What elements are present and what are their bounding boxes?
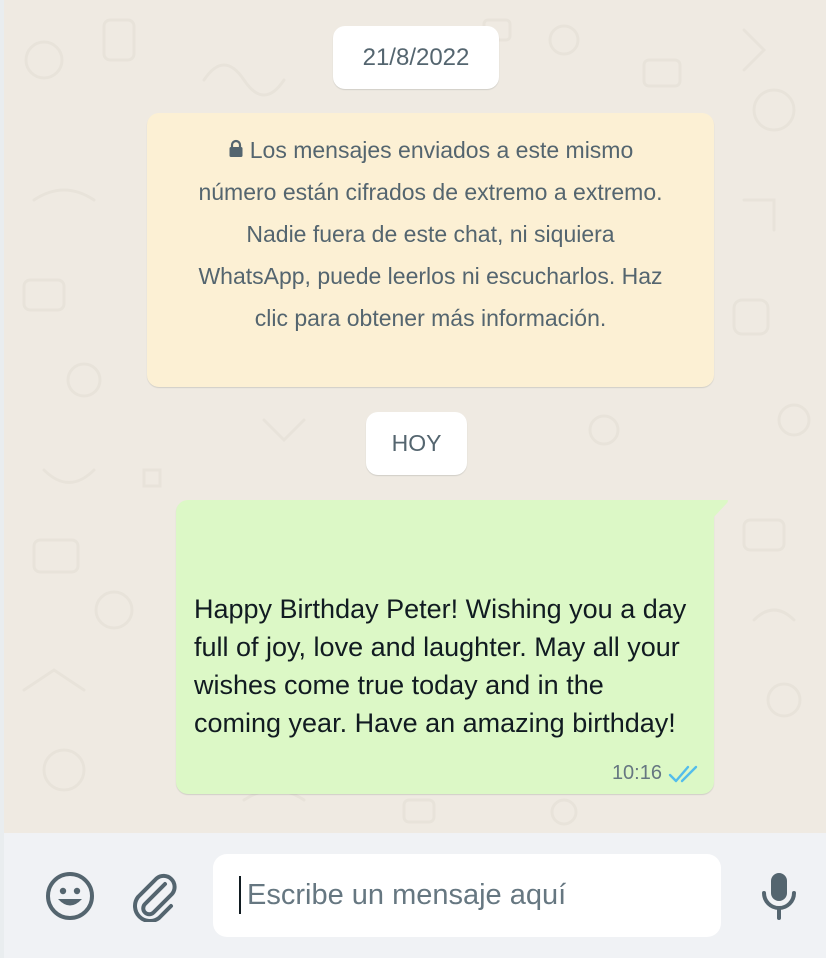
whatsapp-chat-window: 21/8/2022 Los mensajes enviados a este m…	[0, 0, 826, 958]
smiley-icon[interactable]	[44, 870, 96, 922]
double-check-icon	[668, 765, 698, 782]
message-meta: 10:16	[612, 762, 700, 785]
encryption-notice-text: Los mensajes enviados a este mismo númer…	[198, 137, 663, 331]
message-text: Happy Birthday Peter! Wishing you a day …	[194, 594, 687, 738]
message-input[interactable]	[213, 854, 721, 937]
encryption-notice[interactable]: Los mensajes enviados a este mismo númer…	[147, 113, 714, 387]
lock-icon	[229, 139, 243, 157]
outgoing-message-bubble[interactable]: Happy Birthday Peter! Wishing you a day …	[176, 500, 728, 794]
bubble-tail	[713, 500, 728, 518]
paperclip-icon[interactable]	[129, 870, 179, 922]
conversation-panel[interactable]: 21/8/2022 Los mensajes enviados a este m…	[4, 0, 826, 833]
text-caret	[239, 876, 241, 914]
message-time: 10:16	[611, 762, 662, 784]
today-divider-chip: HOY	[366, 412, 467, 475]
compose-bar	[4, 833, 826, 958]
microphone-icon[interactable]	[758, 871, 800, 921]
date-divider-chip: 21/8/2022	[333, 26, 499, 89]
